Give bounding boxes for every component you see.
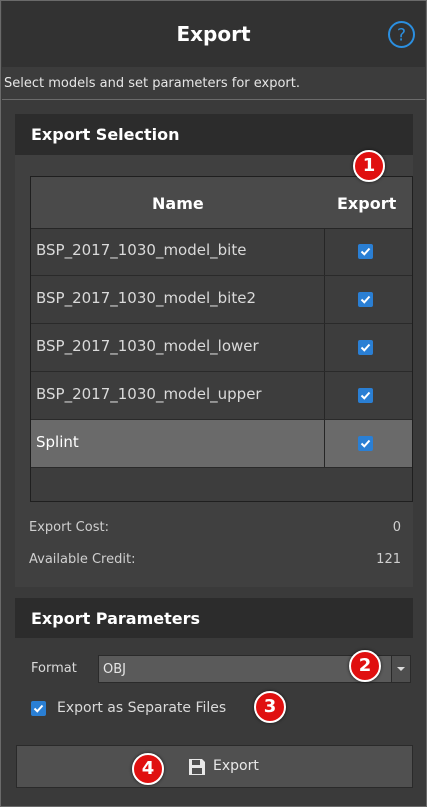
format-label: Format bbox=[31, 661, 77, 676]
export-panel: Export ? Select models and set parameter… bbox=[0, 0, 427, 807]
svg-text:?: ? bbox=[397, 26, 406, 46]
separate-files-checkbox[interactable] bbox=[31, 701, 46, 716]
column-divider bbox=[324, 276, 325, 323]
table-row[interactable]: BSP_2017_1030_model_bite2 bbox=[31, 276, 412, 324]
annotation-badge-1: 1 bbox=[353, 150, 385, 182]
panel-title: Export bbox=[176, 22, 251, 46]
export-cost-value: 0 bbox=[392, 520, 401, 535]
model-name: BSP_2017_1030_model_bite bbox=[36, 241, 247, 259]
export-checkbox[interactable] bbox=[358, 436, 373, 451]
checkmark-icon bbox=[360, 439, 371, 448]
model-name: BSP_2017_1030_model_upper bbox=[36, 385, 262, 403]
export-checkbox[interactable] bbox=[358, 340, 373, 355]
save-icon bbox=[189, 759, 205, 775]
checkmark-icon bbox=[360, 391, 371, 400]
table-row[interactable]: BSP_2017_1030_model_upper bbox=[31, 372, 412, 420]
model-name: Splint bbox=[36, 433, 79, 451]
checkmark-icon bbox=[360, 247, 371, 256]
annotation-badge-3: 3 bbox=[254, 691, 286, 723]
export-checkbox[interactable] bbox=[358, 292, 373, 307]
table-row-selected[interactable]: Splint bbox=[31, 420, 412, 468]
table-row[interactable]: BSP_2017_1030_model_bite bbox=[31, 228, 412, 276]
checkmark-icon bbox=[360, 343, 371, 352]
models-table: Name Export BSP_2017_1030_model_bite BSP… bbox=[30, 176, 413, 502]
column-divider bbox=[324, 228, 325, 275]
panel-subtitle: Select models and set parameters for exp… bbox=[2, 67, 425, 100]
export-selection-title: Export Selection bbox=[31, 125, 180, 144]
format-value: OBJ bbox=[103, 662, 126, 677]
column-divider bbox=[324, 420, 325, 467]
export-parameters-title: Export Parameters bbox=[31, 609, 201, 628]
available-credit-label: Available Credit: bbox=[29, 552, 136, 567]
dropdown-button[interactable] bbox=[391, 656, 410, 682]
export-selection-section: Export Selection Name Export BSP_2017_10… bbox=[15, 114, 413, 587]
panel-header: Export ? bbox=[2, 1, 425, 67]
model-name: BSP_2017_1030_model_bite2 bbox=[36, 289, 256, 307]
column-header-name[interactable]: Name bbox=[152, 194, 204, 213]
column-divider bbox=[324, 324, 325, 371]
available-credit-value: 121 bbox=[376, 552, 401, 567]
export-checkbox[interactable] bbox=[358, 244, 373, 259]
table-row[interactable]: BSP_2017_1030_model_lower bbox=[31, 324, 412, 372]
table-header: Name Export bbox=[31, 177, 412, 229]
checkmark-icon bbox=[360, 295, 371, 304]
separate-files-label[interactable]: Export as Separate Files bbox=[57, 700, 226, 716]
checkmark-icon bbox=[33, 704, 44, 713]
export-cost-label: Export Cost: bbox=[29, 520, 109, 535]
export-parameters-header: Export Parameters bbox=[15, 598, 413, 638]
annotation-badge-2: 2 bbox=[349, 650, 381, 682]
export-button-label: Export bbox=[213, 758, 259, 774]
model-name: BSP_2017_1030_model_lower bbox=[36, 337, 259, 355]
annotation-badge-4: 4 bbox=[132, 753, 164, 785]
help-icon[interactable]: ? bbox=[387, 20, 416, 49]
export-button[interactable]: Export bbox=[16, 745, 413, 788]
column-header-export[interactable]: Export bbox=[337, 194, 396, 213]
chevron-down-icon bbox=[397, 667, 405, 671]
export-selection-header: Export Selection bbox=[15, 114, 413, 155]
column-divider bbox=[324, 372, 325, 419]
export-checkbox[interactable] bbox=[358, 388, 373, 403]
